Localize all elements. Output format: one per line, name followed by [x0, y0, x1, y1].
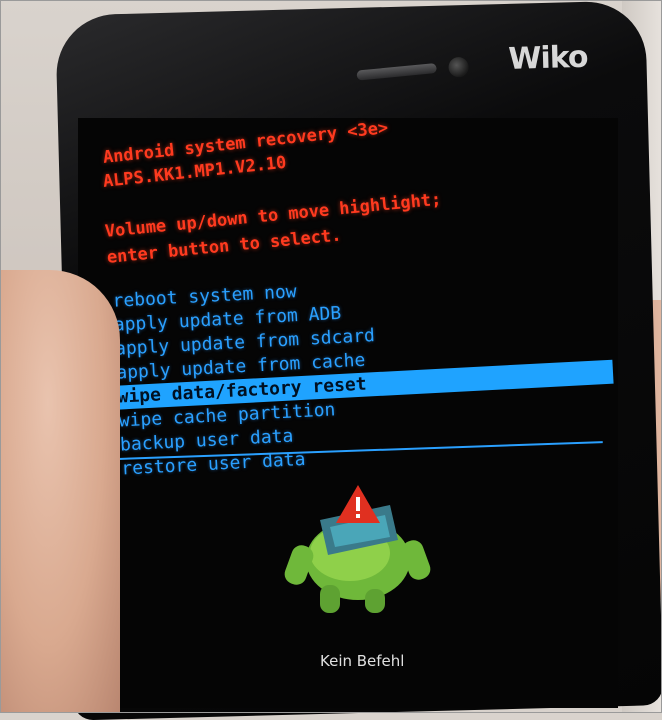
photo-frame — [0, 0, 662, 713]
